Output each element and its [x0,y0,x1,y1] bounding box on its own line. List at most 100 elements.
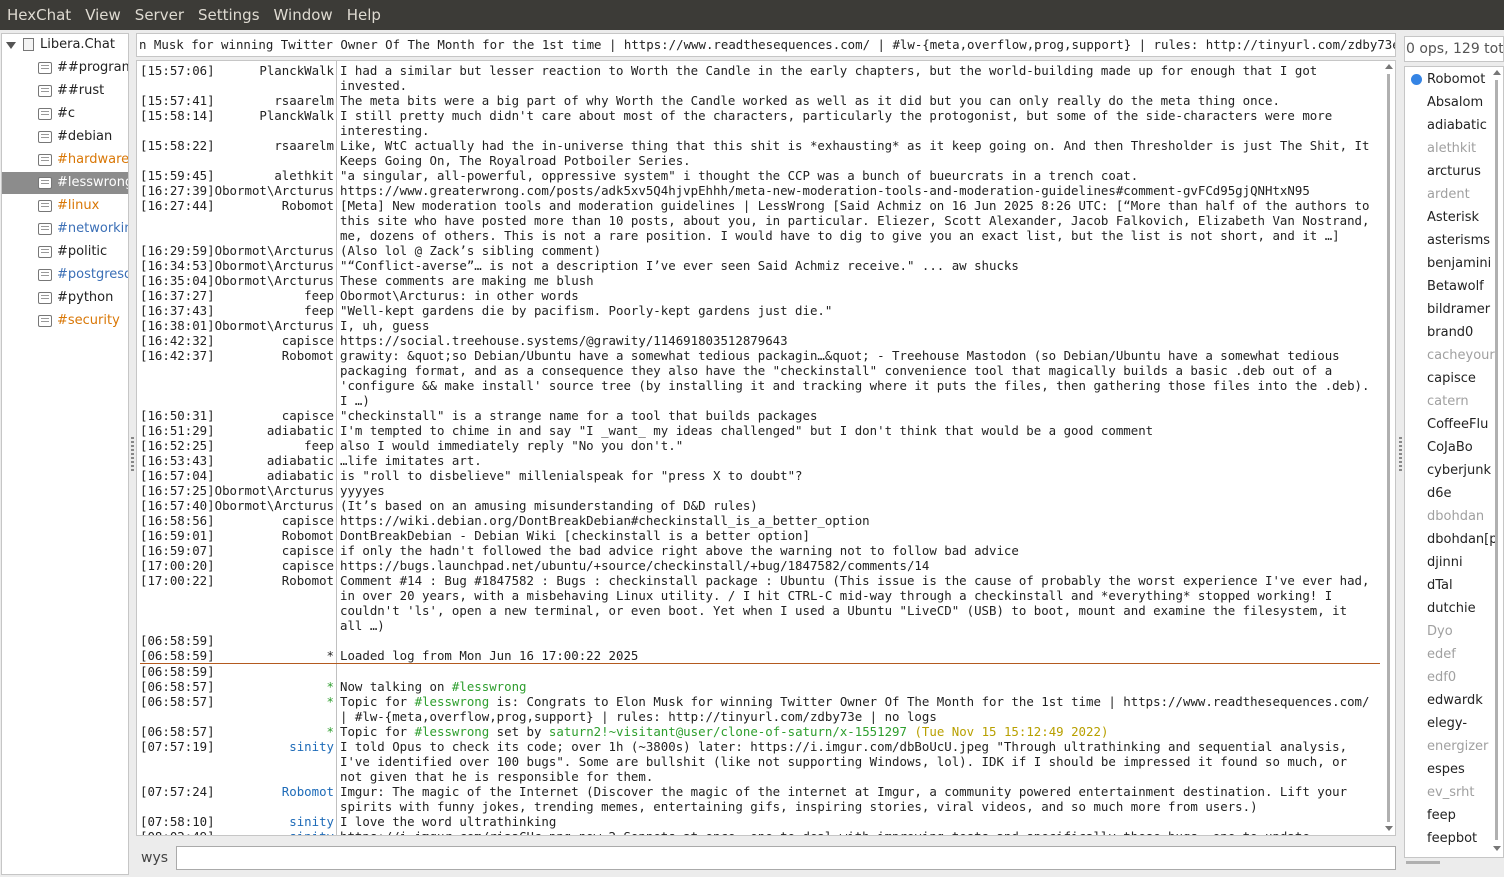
menu-help[interactable]: Help [340,0,388,30]
timestamp: [16:57:40] [140,498,215,513]
right-pane-handle[interactable] [1399,437,1402,471]
message-text: also I would immediately reply "No you d… [340,438,684,453]
channel-item[interactable]: #politic [2,241,128,263]
timestamp: [16:50:31] [140,408,215,423]
message-text: "“Conflict-averse”… is not a description… [334,258,1376,273]
menu-settings[interactable]: Settings [191,0,267,30]
topic-bar[interactable]: n Musk for winning Twitter Owner Of The … [136,33,1396,57]
chat-area[interactable]: [15:57:06] PlanckWalk I had a similar but … [136,60,1396,836]
timestamp: [16:51:29] [140,423,215,438]
nick: Obormot\Arcturus [214,318,334,333]
message-text: I still pretty much didn't care about mo… [334,108,1376,138]
menu-server[interactable]: Server [128,0,191,30]
menu-window[interactable]: Window [267,0,340,30]
user-list-hscrollbar[interactable] [1404,858,1504,868]
message-text: https://wiki.debian.org/DontBreakDebian#… [340,513,870,528]
message-text: These comments are making me blush [340,273,594,288]
message-text: Loaded log from Mon Jun 16 17:00:22 2025 [340,648,639,663]
channel-icon [38,246,52,258]
collapse-arrow-icon[interactable] [6,42,16,49]
scroll-up-icon[interactable] [1493,70,1501,75]
timestamp: [17:00:22] [140,573,215,588]
nick: feep [304,288,334,303]
channel-item[interactable]: #linux [2,195,128,217]
timestamp: [16:53:43] [140,453,215,468]
scroll-down-icon[interactable] [1493,846,1501,851]
channel-item[interactable]: ##programm [2,57,128,79]
timestamp: [16:42:32] [140,333,215,348]
scroll-thumb[interactable] [1387,74,1390,822]
message-text: Topic for #lesswrong set by saturn2!~vis… [334,724,1376,739]
timestamp: [15:58:14] [140,108,215,123]
chat-scrollbar[interactable] [1382,60,1396,836]
message-text: (It’s based on an amusing misunderstandi… [334,498,1376,513]
timestamp: [16:27:39] [140,183,215,198]
channel-name: #debian [57,129,113,144]
menu-hexchat[interactable]: HexChat [0,0,78,30]
chat-line: [07:57:24] Robomot Imgur: The magic of the… [140,784,1376,814]
timestamp: [16:57:25] [140,483,215,498]
user-list[interactable]: Robomot Absalom adiabatic alethkit arcturus a… [1404,66,1504,858]
message-text: "“Conflict-averse”… is not a description… [340,258,1019,273]
channel-item[interactable]: #hardware [2,149,128,171]
channel-item[interactable]: #python [2,287,128,309]
menu-view[interactable]: View [78,0,128,30]
nick: feep [304,303,334,318]
timestamp: [15:57:41] [140,93,215,108]
message-text: https://bugs.launchpad.net/ubuntu/+sourc… [334,558,1376,573]
nick: Obormot\Arcturus [214,483,334,498]
channel-item[interactable]: #security [2,310,128,332]
nick: sinity [212,829,334,835]
left-pane-handle[interactable] [131,437,134,471]
nick-button[interactable]: wys [141,850,168,866]
message-text: "a singular, all-powerful, oppressive sy… [340,168,1139,183]
timestamp: [16:59:01] [140,528,215,543]
nick: Obormot\Arcturus [214,183,334,198]
channel-item[interactable]: #c [2,103,128,125]
server-icon [23,38,34,51]
timestamp: [17:00:20] [140,558,215,573]
timestamp: [15:58:22] [140,138,215,153]
topic-text: n Musk for winning Twitter Owner Of The … [139,37,1396,52]
nick: * [326,724,334,739]
nick: adiabatic [266,468,334,483]
nick: Robomot [281,198,334,213]
message-input[interactable] [176,846,1396,870]
timestamp: [06:58:57] [140,724,215,739]
channel-icon [38,62,52,74]
nick [212,664,334,679]
channel-item[interactable]: ##rust [2,80,128,102]
message-text: Obormot\Arcturus: in other words [340,288,579,303]
hostmask: saturn2!~visitant@user/clone-of-saturn/x… [548,724,907,739]
scroll-up-icon[interactable] [1385,64,1393,69]
channel-item[interactable]: #postgresq [2,264,128,286]
chat-line: [16:59:01] Robomot DontBreakDebian - Debia… [140,528,1376,543]
timestamp: [06:58:57] [140,679,215,694]
message-prefix: Topic for [340,694,415,709]
server-row[interactable]: Libera.Chat [2,34,128,56]
server-name: Libera.Chat [40,37,115,52]
nick: PlanckWalk [259,108,334,123]
chat-line: [06:58:57] * Now talking on #lesswrong [140,679,1376,694]
scroll-down-icon[interactable] [1385,826,1393,831]
message-text: grawity: &quot;so Debian/Ubuntu have a s… [340,348,1377,408]
channel-item[interactable]: #lesswrong [2,172,128,194]
nick: adiabatic [266,423,334,438]
channel-item[interactable]: #debian [2,126,128,148]
timestamp: [16:34:53] [140,258,215,273]
chat-line: [15:57:06] PlanckWalk I had a similar but … [140,63,1376,93]
hscroll-thumb[interactable] [1406,861,1440,864]
nick: feep [304,438,334,453]
chat-line: [16:58:56] capisce https://wiki.debian.org… [140,513,1376,528]
message-text: https://social.treehouse.systems/@grawit… [340,333,788,348]
chat-line: [16:42:32] capisce https://social.treehous… [140,333,1376,348]
chat-line: [16:37:27] feep Obormot\Arcturus: in other… [140,288,1376,303]
scroll-thumb[interactable] [1495,80,1498,840]
message-text: is "roll to disbelieve" millenialspeak f… [340,468,803,483]
chat-line: [16:38:01] Obormot\Arcturus I, uh, guess [140,318,1376,333]
chat-line: [16:37:43] feep "Well-kept gardens die by … [140,303,1376,318]
chat-line: [06:58:59] [140,664,1376,679]
channel-name: ##programm [57,60,128,75]
user-list-scrollbar[interactable] [1490,66,1504,858]
channel-item[interactable]: #networkin [2,218,128,240]
